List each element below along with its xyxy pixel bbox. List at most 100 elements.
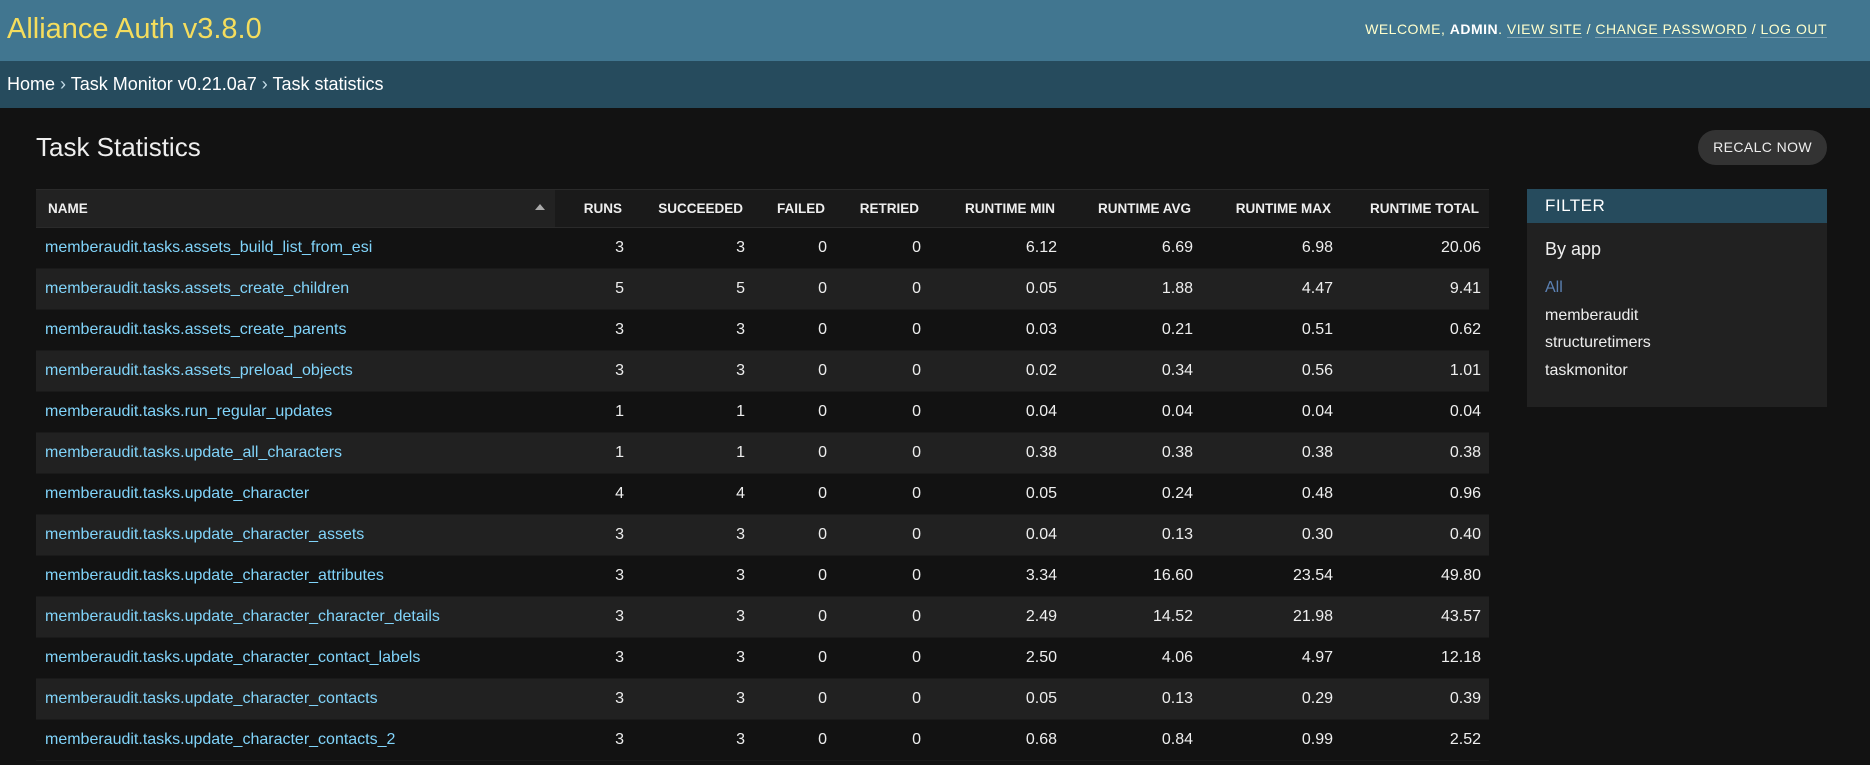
cell-name: memberaudit.tasks.assets_create_parents: [36, 309, 555, 351]
task-link[interactable]: memberaudit.tasks.assets_create_children: [45, 280, 349, 297]
task-link[interactable]: memberaudit.tasks.update_character_conta…: [45, 690, 378, 707]
cell-succeeded: 3: [632, 596, 753, 638]
cell-runtime-max: 0.99: [1201, 719, 1341, 761]
cell-failed: 0: [753, 309, 835, 351]
cell-runtime-max: 0.04: [1201, 391, 1341, 433]
task-link[interactable]: memberaudit.tasks.run_regular_updates: [45, 403, 332, 420]
task-link[interactable]: memberaudit.tasks.update_all_characters: [45, 444, 342, 461]
column-header-runtime-avg[interactable]: RUNTIME AVG: [1065, 189, 1201, 228]
change-password-link[interactable]: CHANGE PASSWORD: [1595, 21, 1748, 38]
task-link[interactable]: memberaudit.tasks.assets_preload_objects: [45, 362, 353, 379]
column-header-runtime-max[interactable]: RUNTIME MAX: [1201, 189, 1341, 228]
cell-runtime-min: 0.05: [929, 473, 1065, 515]
cell-runs: 3: [555, 350, 632, 392]
cell-retried: 0: [835, 350, 929, 392]
cell-name: memberaudit.tasks.update_character_conta…: [36, 678, 555, 720]
cell-runtime-avg: 16.60: [1065, 555, 1201, 597]
cell-name: memberaudit.tasks.assets_preload_objects: [36, 350, 555, 392]
cell-succeeded: 5: [632, 268, 753, 310]
task-link[interactable]: memberaudit.tasks.update_character_attri…: [45, 567, 384, 584]
breadcrumb-home[interactable]: Home: [7, 74, 55, 94]
cell-runtime-total: 49.80: [1341, 555, 1489, 597]
cell-runtime-max: 4.97: [1201, 637, 1341, 679]
cell-runtime-total: 0.04: [1341, 391, 1489, 433]
cell-runtime-min: 2.50: [929, 637, 1065, 679]
cell-name: memberaudit.tasks.update_character: [36, 473, 555, 515]
breadcrumb-separator: ›: [256, 74, 273, 94]
cell-retried: 0: [835, 473, 929, 515]
column-header-runtime-total[interactable]: RUNTIME TOTAL: [1341, 189, 1489, 228]
filter-link[interactable]: structuretimers: [1545, 334, 1651, 351]
user-tools-separator: /: [1582, 21, 1596, 37]
task-link[interactable]: memberaudit.tasks.update_character_asset…: [45, 526, 364, 543]
cell-runtime-avg: 0.38: [1065, 432, 1201, 474]
cell-succeeded: 3: [632, 309, 753, 351]
task-link[interactable]: memberaudit.tasks.update_character_conta…: [45, 649, 420, 666]
table-row: memberaudit.tasks.update_character_asset…: [36, 514, 1489, 556]
cell-runtime-avg: 0.34: [1065, 350, 1201, 392]
cell-retried: 0: [835, 391, 929, 433]
cell-retried: 0: [835, 678, 929, 720]
cell-runtime-avg: 0.04: [1065, 391, 1201, 433]
cell-runtime-min: 0.68: [929, 719, 1065, 761]
cell-runtime-total: 12.18: [1341, 637, 1489, 679]
cell-runtime-total: 0.39: [1341, 678, 1489, 720]
column-header-name[interactable]: NAME: [36, 189, 555, 228]
filter-heading: By app: [1545, 239, 1602, 259]
table-row: memberaudit.tasks.assets_preload_objects…: [36, 350, 1489, 392]
cell-runtime-total: 9.41: [1341, 268, 1489, 310]
filter-link[interactable]: All: [1545, 279, 1563, 296]
column-header-succeeded[interactable]: SUCCEEDED: [632, 189, 753, 228]
cell-succeeded: 3: [632, 678, 753, 720]
task-link[interactable]: memberaudit.tasks.update_character_chara…: [45, 608, 440, 625]
cell-failed: 0: [753, 719, 835, 761]
table-body: memberaudit.tasks.assets_build_list_from…: [36, 227, 1489, 761]
cell-runtime-avg: 0.84: [1065, 719, 1201, 761]
filter-link[interactable]: taskmonitor: [1545, 362, 1628, 379]
table-row: memberaudit.tasks.update_character_conta…: [36, 637, 1489, 679]
task-link[interactable]: memberaudit.tasks.update_character_conta…: [45, 731, 395, 748]
cell-runtime-min: 0.05: [929, 678, 1065, 720]
cell-runtime-min: 0.04: [929, 514, 1065, 556]
breadcrumb: Home › Task Monitor v0.21.0a7 › Task sta…: [0, 61, 1870, 108]
filter-panel: FILTER By app All memberaudit structuret…: [1527, 189, 1827, 407]
cell-retried: 0: [835, 555, 929, 597]
column-header-label: NAME: [48, 201, 88, 216]
filter-title: FILTER: [1527, 189, 1827, 223]
cell-runs: 3: [555, 637, 632, 679]
table-row: memberaudit.tasks.update_character_chara…: [36, 596, 1489, 638]
cell-runs: 3: [555, 719, 632, 761]
view-site-link[interactable]: VIEW SITE: [1506, 21, 1583, 38]
column-header-runs[interactable]: RUNS: [555, 189, 632, 228]
column-header-runtime-min[interactable]: RUNTIME MIN: [929, 189, 1065, 228]
cell-runs: 3: [555, 514, 632, 556]
breadcrumb-app[interactable]: Task Monitor v0.21.0a7: [71, 74, 257, 94]
cell-runtime-avg: 0.13: [1065, 514, 1201, 556]
cell-failed: 0: [753, 350, 835, 392]
task-link[interactable]: memberaudit.tasks.update_character: [45, 485, 309, 502]
filter-option-structuretimers: structuretimers: [1545, 331, 1827, 359]
cell-succeeded: 1: [632, 391, 753, 433]
cell-name: memberaudit.tasks.update_character_attri…: [36, 555, 555, 597]
task-link[interactable]: memberaudit.tasks.assets_build_list_from…: [45, 239, 372, 256]
cell-runtime-max: 0.29: [1201, 678, 1341, 720]
cell-retried: 0: [835, 719, 929, 761]
cell-runtime-max: 0.38: [1201, 432, 1341, 474]
cell-runtime-max: 23.54: [1201, 555, 1341, 597]
task-link[interactable]: memberaudit.tasks.assets_create_parents: [45, 321, 346, 338]
log-out-link[interactable]: LOG OUT: [1760, 21, 1827, 38]
breadcrumb-separator: ›: [55, 74, 71, 94]
cell-name: memberaudit.tasks.update_character_asset…: [36, 514, 555, 556]
recalc-now-button[interactable]: RECALC NOW: [1698, 130, 1827, 165]
table-row: memberaudit.tasks.assets_build_list_from…: [36, 227, 1489, 269]
cell-failed: 0: [753, 268, 835, 310]
column-header-retried[interactable]: RETRIED: [835, 189, 929, 228]
cell-runtime-max: 0.30: [1201, 514, 1341, 556]
column-header-failed[interactable]: FAILED: [753, 189, 835, 228]
cell-failed: 0: [753, 227, 835, 269]
sort-ascending-icon[interactable]: [535, 204, 545, 210]
cell-runtime-avg: 14.52: [1065, 596, 1201, 638]
page-title: Task Statistics: [36, 132, 201, 162]
site-title[interactable]: Alliance Auth v3.8.0: [7, 13, 262, 46]
filter-link[interactable]: memberaudit: [1545, 307, 1638, 324]
